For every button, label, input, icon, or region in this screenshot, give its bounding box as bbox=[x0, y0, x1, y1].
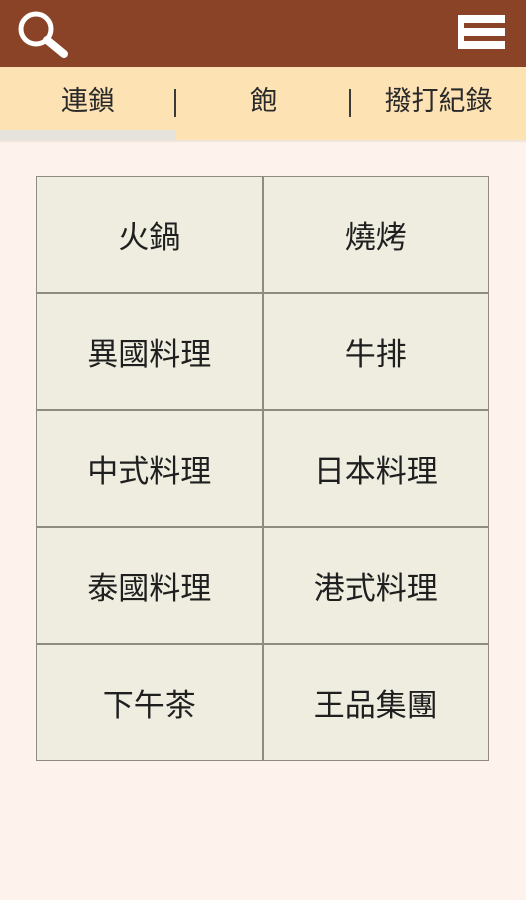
tab-bar-shadow bbox=[0, 140, 526, 142]
menu-button[interactable] bbox=[452, 10, 512, 58]
tab-chain[interactable]: 連鎖 bbox=[0, 67, 176, 137]
search-button[interactable] bbox=[14, 8, 72, 60]
active-tab-indicator bbox=[0, 130, 176, 140]
category-bbq[interactable]: 燒烤 bbox=[263, 177, 488, 292]
menu-icon bbox=[458, 15, 505, 49]
tab-full[interactable]: 飽 bbox=[176, 67, 351, 137]
category-wangpin-group[interactable]: 王品集團 bbox=[263, 645, 488, 760]
tab-call-history[interactable]: 撥打紀錄 bbox=[351, 67, 526, 137]
category-hotpot[interactable]: 火鍋 bbox=[37, 177, 262, 292]
category-japanese-cuisine[interactable]: 日本料理 bbox=[263, 411, 488, 526]
category-steak[interactable]: 牛排 bbox=[263, 294, 488, 409]
category-hongkong-cuisine[interactable]: 港式料理 bbox=[263, 528, 488, 643]
category-chinese-cuisine[interactable]: 中式料理 bbox=[37, 411, 262, 526]
search-icon bbox=[18, 11, 68, 58]
category-foreign-cuisine[interactable]: 異國料理 bbox=[37, 294, 262, 409]
top-app-bar bbox=[0, 0, 526, 67]
category-thai-cuisine[interactable]: 泰國料理 bbox=[37, 528, 262, 643]
category-afternoon-tea[interactable]: 下午茶 bbox=[37, 645, 262, 760]
category-grid: 火鍋 燒烤 異國料理 牛排 中式料理 日本料理 泰國料理 港式料理 下午茶 王品… bbox=[36, 176, 489, 761]
